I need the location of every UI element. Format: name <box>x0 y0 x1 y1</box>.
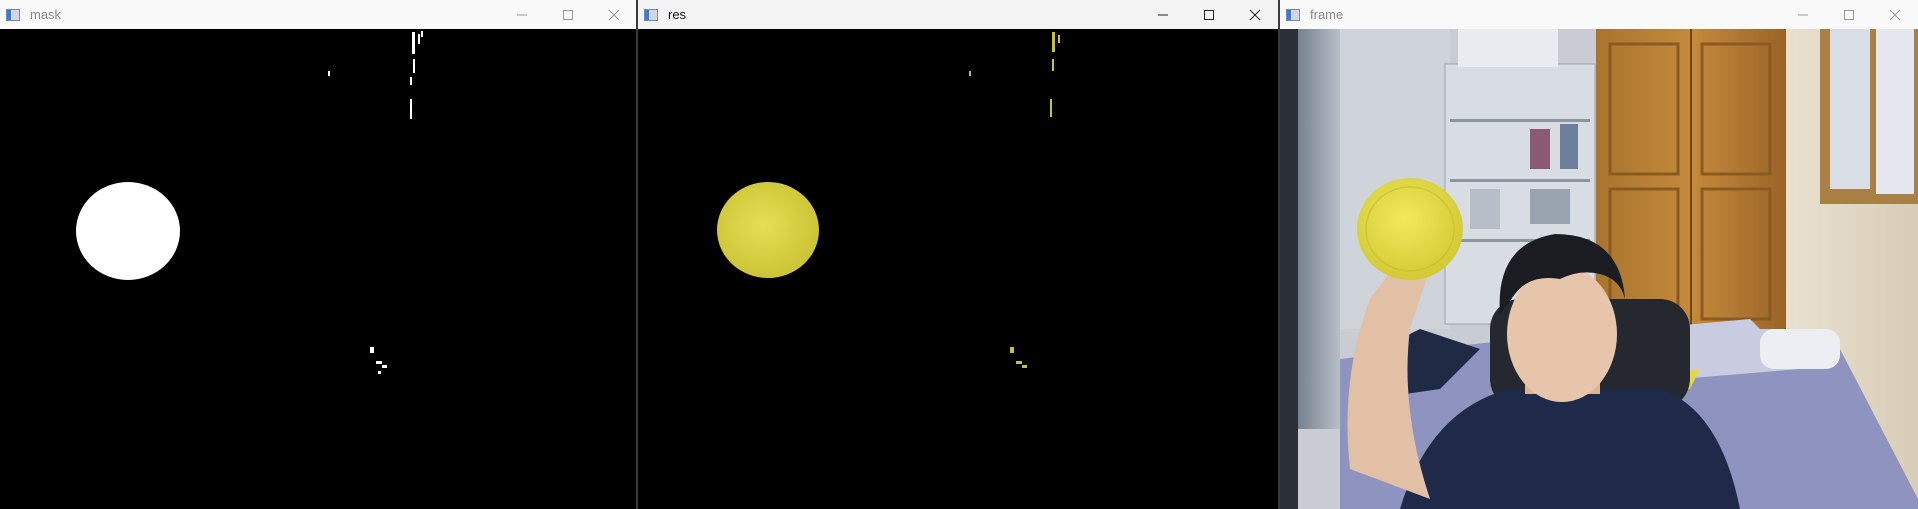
close-button[interactable] <box>1872 0 1918 29</box>
close-button[interactable] <box>591 0 637 29</box>
window-res[interactable]: res <box>638 0 1278 509</box>
mask-blob <box>76 182 180 280</box>
close-icon <box>608 9 620 20</box>
opencv-window-icon <box>1286 8 1300 21</box>
maximize-icon <box>1204 9 1214 20</box>
minimize-button[interactable] <box>1780 0 1826 29</box>
window <box>1820 29 1918 204</box>
window-title: frame <box>1310 7 1344 22</box>
opencv-window-icon <box>644 8 658 21</box>
minimize-icon <box>1158 14 1168 15</box>
minimize-icon <box>1798 14 1808 15</box>
window-title: res <box>668 7 687 22</box>
window-title: mask <box>30 7 62 22</box>
maximize-button[interactable] <box>545 0 591 29</box>
mask-image <box>0 29 637 509</box>
close-icon <box>1249 9 1261 20</box>
titlebar-res[interactable]: res <box>638 0 1278 29</box>
minimize-button[interactable] <box>1140 0 1186 29</box>
maximize-button[interactable] <box>1186 0 1232 29</box>
camera-frame-image <box>1280 29 1918 509</box>
titlebar-frame[interactable]: frame <box>1280 0 1918 29</box>
wooden-wardrobe <box>1596 29 1786 329</box>
minimize-button[interactable] <box>499 0 545 29</box>
close-icon <box>1889 9 1901 20</box>
window-frame[interactable]: frame <box>1280 0 1918 509</box>
minimize-icon <box>517 14 527 15</box>
opencv-window-icon <box>6 8 20 21</box>
maximize-icon <box>1844 9 1854 20</box>
res-blob <box>717 182 819 278</box>
res-image <box>638 29 1278 509</box>
yellow-plate <box>1357 178 1463 280</box>
maximize-icon <box>563 9 573 20</box>
maximize-button[interactable] <box>1826 0 1872 29</box>
titlebar-mask[interactable]: mask <box>0 0 637 29</box>
window-mask[interactable]: mask <box>0 0 637 509</box>
close-button[interactable] <box>1232 0 1278 29</box>
